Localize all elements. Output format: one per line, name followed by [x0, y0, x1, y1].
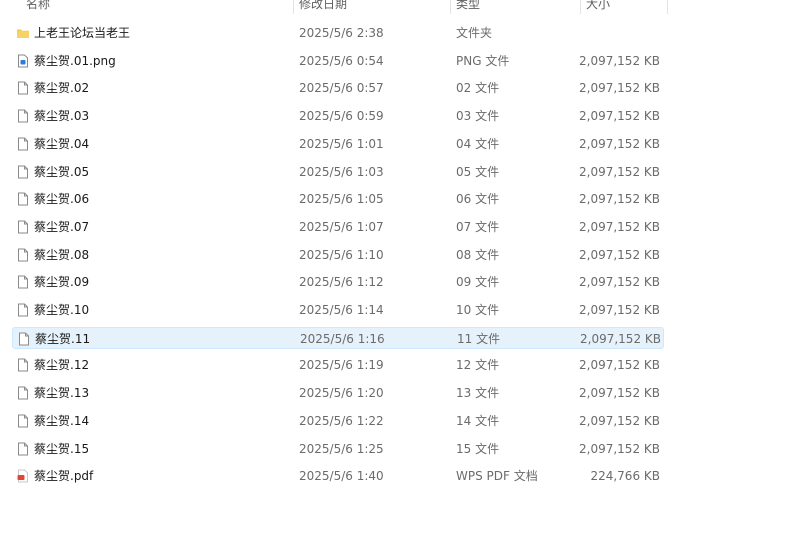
- file-row[interactable]: 蔡尘贺.03 2025/5/6 0:59 03 文件 2,097,152 KB: [12, 105, 664, 127]
- file-row[interactable]: 蔡尘贺.02 2025/5/6 0:57 02 文件 2,097,152 KB: [12, 77, 664, 99]
- file-row[interactable]: 蔡尘贺.11 2025/5/6 1:16 11 文件 2,097,152 KB: [12, 326, 664, 349]
- file-size: 2,097,152 KB: [579, 164, 660, 179]
- file-size: 2,097,152 KB: [579, 53, 660, 68]
- file-row[interactable]: 上老王论坛当老王 2025/5/6 2:38 文件夹: [12, 22, 664, 44]
- file-size: 2,097,152 KB: [579, 192, 660, 207]
- file-size: 2,097,152 KB: [579, 413, 660, 428]
- file-row[interactable]: 蔡尘贺.08 2025/5/6 1:10 08 文件 2,097,152 KB: [12, 244, 664, 266]
- file-size: 2,097,152 KB: [579, 81, 660, 96]
- file-row[interactable]: 蔡尘贺.pdf 2025/5/6 1:40 WPS PDF 文档 224,766 KB: [12, 465, 664, 487]
- file-size: 2,097,152 KB: [579, 386, 660, 401]
- file-size: 2,097,152 KB: [579, 358, 660, 373]
- date-column-header[interactable]: 修改日期: [299, 0, 347, 14]
- column-header: 名称 修改日期 类型 大小: [0, 0, 800, 14]
- file-row[interactable]: 蔡尘贺.07 2025/5/6 1:07 07 文件 2,097,152 KB: [12, 216, 664, 238]
- file-row[interactable]: 蔡尘贺.09 2025/5/6 1:12 09 文件 2,097,152 KB: [12, 271, 664, 293]
- file-row[interactable]: 蔡尘贺.05 2025/5/6 1:03 05 文件 2,097,152 KB: [12, 161, 664, 183]
- file-row[interactable]: 蔡尘贺.13 2025/5/6 1:20 13 文件 2,097,152 KB: [12, 382, 664, 404]
- file-row[interactable]: 蔡尘贺.15 2025/5/6 1:25 15 文件 2,097,152 KB: [12, 438, 664, 460]
- file-size: 224,766 KB: [590, 469, 660, 484]
- file-row[interactable]: 蔡尘贺.01.png 2025/5/6 0:54 PNG 文件 2,097,152 K…: [12, 50, 664, 72]
- file-size: 2,097,152 KB: [579, 247, 660, 262]
- file-size: 2,097,152 KB: [579, 136, 660, 151]
- file-row[interactable]: 蔡尘贺.12 2025/5/6 1:19 12 文件 2,097,152 KB: [12, 354, 664, 376]
- name-column-header[interactable]: 名称: [26, 0, 50, 14]
- file-size: [12, 22, 660, 44]
- column-divider[interactable]: [667, 0, 668, 14]
- file-size: 2,097,152 KB: [579, 219, 660, 234]
- size-column-header[interactable]: 大小: [586, 0, 610, 14]
- file-row[interactable]: 蔡尘贺.10 2025/5/6 1:14 10 文件 2,097,152 KB: [12, 299, 664, 321]
- file-row[interactable]: 蔡尘贺.06 2025/5/6 1:05 06 文件 2,097,152 KB: [12, 188, 664, 210]
- column-divider[interactable]: [580, 0, 581, 14]
- file-row[interactable]: 蔡尘贺.14 2025/5/6 1:22 14 文件 2,097,152 KB: [12, 410, 664, 432]
- file-size: 2,097,152 KB: [580, 331, 661, 346]
- column-divider[interactable]: [293, 0, 294, 14]
- type-column-header[interactable]: 类型: [456, 0, 480, 14]
- file-row[interactable]: 蔡尘贺.04 2025/5/6 1:01 04 文件 2,097,152 KB: [12, 133, 664, 155]
- file-size: 2,097,152 KB: [579, 275, 660, 290]
- file-size: 2,097,152 KB: [579, 109, 660, 124]
- column-divider[interactable]: [450, 0, 451, 14]
- file-size: 2,097,152 KB: [579, 441, 660, 456]
- file-size: 2,097,152 KB: [579, 303, 660, 317]
